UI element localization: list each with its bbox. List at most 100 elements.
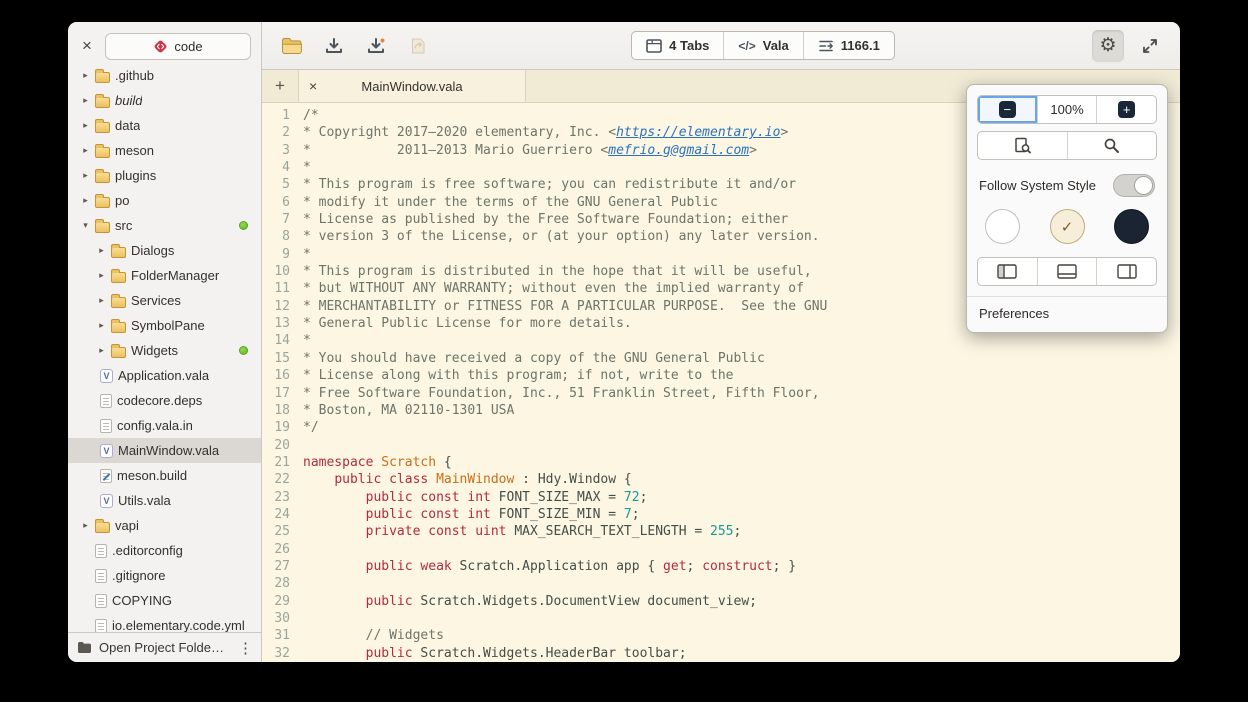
preferences-menu-item[interactable]: Preferences xyxy=(977,297,1157,322)
tree-item-editorconfig[interactable]: .editorconfig xyxy=(68,538,261,563)
tab-close-icon[interactable]: × xyxy=(309,70,317,102)
tree-item-vapi[interactable]: ▸ vapi xyxy=(68,513,261,538)
code-line[interactable]: */ xyxy=(303,419,1180,436)
desktop-background: { "colors": { "accent": "#3689e6", "edit… xyxy=(0,0,1248,702)
tree-item-po[interactable]: ▸po xyxy=(68,188,261,213)
code-line[interactable]: public Scratch.Widgets.HeaderBar toolbar… xyxy=(303,645,1180,662)
tree-item-label: .editorconfig xyxy=(112,543,183,558)
code-line[interactable]: namespace Scratch { xyxy=(303,454,1180,471)
code-line[interactable]: * License along with this program; if no… xyxy=(303,367,1180,384)
tree-item-application-vala[interactable]: VApplication.vala xyxy=(68,363,261,388)
light-style-option[interactable] xyxy=(985,209,1020,244)
goto-button-label: 1166.1 xyxy=(841,38,880,53)
tabs-overview-button[interactable]: 4 Tabs xyxy=(632,32,724,59)
code-line[interactable]: public Scratch.Widgets.DocumentView docu… xyxy=(303,593,1180,610)
find-in-page-button[interactable] xyxy=(978,132,1068,159)
expander-icon[interactable]: ▸ xyxy=(97,320,106,331)
line-numbers: 1234567891011121314151617181920212223242… xyxy=(262,107,296,662)
code-line[interactable] xyxy=(303,575,1180,592)
templates-button[interactable] xyxy=(402,30,434,62)
save-icon xyxy=(324,37,344,55)
code-line[interactable]: public const int FONT_SIZE_MIN = 7; xyxy=(303,506,1180,523)
line-number: 21 xyxy=(262,454,290,471)
tree-item-build[interactable]: ▸build xyxy=(68,88,261,113)
tree-item-label: vapi xyxy=(115,518,139,533)
expander-icon[interactable]: ▸ xyxy=(81,520,90,531)
sidebar-left-layout-button[interactable] xyxy=(978,258,1038,285)
overflow-menu-icon[interactable]: ⋮ xyxy=(235,639,255,657)
code-line[interactable]: private const uint MAX_SEARCH_TEXT_LENGT… xyxy=(303,523,1180,540)
solarized-style-option[interactable]: ✓ xyxy=(1050,209,1085,244)
tree-item-label: config.vala.in xyxy=(117,418,193,433)
open-project-folder-button[interactable]: Open Project Folder… ⋮ xyxy=(68,632,261,662)
expander-icon[interactable]: ▸ xyxy=(81,145,90,156)
settings-menu-button[interactable]: ⚙ xyxy=(1092,30,1124,62)
code-line[interactable]: * You should have received a copy of the… xyxy=(303,350,1180,367)
code-line[interactable]: // Widgets xyxy=(303,627,1180,644)
tree-item-meson[interactable]: ▸meson xyxy=(68,138,261,163)
zoom-in-button[interactable]: + xyxy=(1097,96,1156,123)
tree-item-copying[interactable]: COPYING xyxy=(68,588,261,613)
tree-item-github[interactable]: ▸.github xyxy=(68,63,261,88)
save-as-button[interactable] xyxy=(360,30,392,62)
expander-icon[interactable]: ▸ xyxy=(97,270,106,281)
goto-line-button[interactable]: 1166.1 xyxy=(804,32,894,59)
tree-item-gitignore[interactable]: .gitignore xyxy=(68,563,261,588)
bottom-panel-layout-button[interactable] xyxy=(1038,258,1098,285)
dark-style-option[interactable] xyxy=(1114,209,1149,244)
tree-item-plugins[interactable]: ▸ plugins xyxy=(68,163,261,188)
tree-item-widgets[interactable]: ▸Widgets xyxy=(68,338,261,363)
follow-system-style-toggle[interactable] xyxy=(1113,174,1155,197)
code-line[interactable]: * xyxy=(303,332,1180,349)
line-number: 16 xyxy=(262,367,290,384)
tree-item-label: codecore.deps xyxy=(117,393,202,408)
tree-item-io-elementary-code-yml[interactable]: io.elementary.code.yml xyxy=(68,613,261,632)
code-line[interactable] xyxy=(303,541,1180,558)
expander-icon[interactable]: ▸ xyxy=(81,95,90,106)
new-tab-button[interactable]: + xyxy=(262,70,298,102)
open-file-button[interactable] xyxy=(276,30,308,62)
tree-item-utils-vala[interactable]: VUtils.vala xyxy=(68,488,261,513)
global-search-button[interactable] xyxy=(1068,132,1157,159)
tree-item-config-vala-in[interactable]: config.vala.in xyxy=(68,413,261,438)
code-line[interactable] xyxy=(303,610,1180,627)
tree-item-src[interactable]: ▾src xyxy=(68,213,261,238)
tab-mainwindow-vala[interactable]: × MainWindow.vala xyxy=(298,70,526,102)
file-tree: ▸.github▸build▸data▸meson▸plugins▸po▾src… xyxy=(68,63,261,632)
project-chooser-button[interactable]: code xyxy=(105,33,251,60)
tree-item-dialogs[interactable]: ▸Dialogs xyxy=(68,238,261,263)
expander-icon[interactable]: ▸ xyxy=(81,70,90,81)
status-dot xyxy=(239,346,248,355)
expander-icon[interactable]: ▸ xyxy=(81,195,90,206)
expander-icon[interactable]: ▸ xyxy=(97,245,106,256)
fullscreen-button[interactable] xyxy=(1134,30,1166,62)
folder-open-icon xyxy=(281,37,303,55)
line-number: 19 xyxy=(262,419,290,436)
tree-item-mainwindow-vala[interactable]: VMainWindow.vala xyxy=(68,438,261,463)
code-line[interactable]: * Free Software Foundation, Inc., 51 Fra… xyxy=(303,385,1180,402)
tree-item-codecore-deps[interactable]: codecore.deps xyxy=(68,388,261,413)
tree-item-data[interactable]: ▸data xyxy=(68,113,261,138)
code-line[interactable] xyxy=(303,437,1180,454)
expander-icon[interactable]: ▸ xyxy=(81,120,90,131)
language-button[interactable]: </> Vala xyxy=(724,32,803,59)
zoom-out-button[interactable]: − xyxy=(978,96,1038,123)
expander-icon[interactable]: ▸ xyxy=(97,345,106,356)
zoom-level[interactable]: 100% xyxy=(1038,96,1098,123)
expander-icon[interactable]: ▸ xyxy=(81,170,90,181)
line-number: 26 xyxy=(262,541,290,558)
tree-item-services[interactable]: ▸Services xyxy=(68,288,261,313)
tree-item-symbolpane[interactable]: ▸SymbolPane xyxy=(68,313,261,338)
window-close-button[interactable]: × xyxy=(78,36,96,56)
code-line[interactable]: * Boston, MA 02110-1301 USA xyxy=(303,402,1180,419)
tree-item-foldermanager[interactable]: ▸FolderManager xyxy=(68,263,261,288)
expander-icon[interactable]: ▸ xyxy=(97,295,106,306)
code-line[interactable]: public class MainWindow : Hdy.Window { xyxy=(303,471,1180,488)
sidebar-right-layout-button[interactable] xyxy=(1097,258,1156,285)
expander-open-icon[interactable]: ▾ xyxy=(81,220,90,231)
tree-item-label: plugins xyxy=(115,168,156,183)
code-line[interactable]: public const int FONT_SIZE_MAX = 72; xyxy=(303,489,1180,506)
save-button[interactable] xyxy=(318,30,350,62)
code-line[interactable]: public weak Scratch.Application app { ge… xyxy=(303,558,1180,575)
tree-item-meson-build[interactable]: meson.build xyxy=(68,463,261,488)
